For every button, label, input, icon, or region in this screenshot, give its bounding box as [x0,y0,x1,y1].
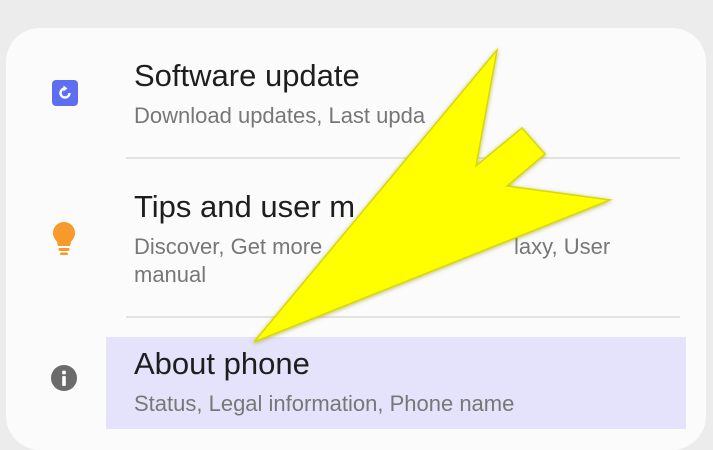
tips-subtitle-start: Discover, Get more [134,234,323,259]
software-update-subtitle: Download updates, Last upda [134,103,426,128]
about-phone-subtitle: Status, Legal information, Phone name [134,391,515,416]
tips-title: Tips and user m [134,189,356,224]
software-update-icon [52,80,78,111]
about-phone-item[interactable]: About phone Status, Legal information, P… [6,318,706,450]
info-icon [51,365,77,396]
lightbulb-icon [50,221,78,262]
software-update-item[interactable]: Software update Download updates, Last u… [6,28,706,158]
tips-subtitle-line2: manual [134,262,207,287]
tips-user-manual-item[interactable]: Tips and user m Discover, Get more laxy,… [6,159,706,317]
software-update-title: Software update [134,58,360,93]
about-phone-title: About phone [134,346,310,381]
settings-card: Software update Download updates, Last u… [6,28,706,450]
tips-subtitle-end: laxy, User [514,234,611,259]
tips-subtitle: Discover, Get more laxy, User [134,233,614,261]
